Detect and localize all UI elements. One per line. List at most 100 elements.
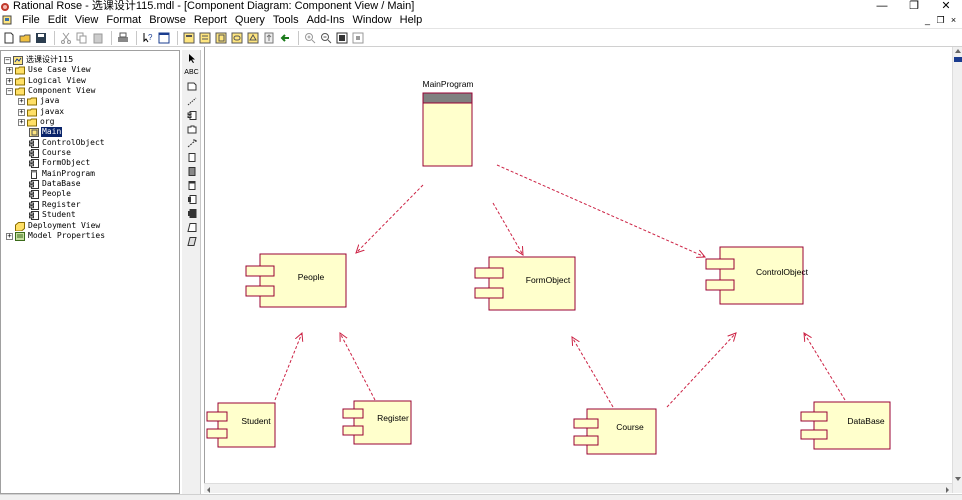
expand-toggle[interactable]: + [6,66,13,74]
zoom-in-icon[interactable] [303,31,317,45]
browse-state-diagram-icon[interactable] [230,31,244,45]
task-body-tool-icon[interactable] [185,236,198,247]
component-diagram-canvas[interactable]: MainProgram People FormObject ControlObj… [204,47,952,493]
expand-toggle[interactable]: + [18,108,25,116]
tree-item-main-diagram[interactable]: Main [29,127,63,137]
browse-interaction-diagram-icon[interactable] [198,31,212,45]
course-component[interactable]: Course [573,408,657,455]
people-component[interactable]: People [245,253,347,308]
browse-deployment-diagram-icon[interactable] [246,31,260,45]
tree-item-deployment-view[interactable]: Deployment View [6,221,101,231]
note-tool-icon[interactable] [185,81,198,92]
component-icon [29,200,39,210]
cut-icon[interactable] [59,31,73,45]
print-icon[interactable] [116,31,130,45]
new-file-icon[interactable] [2,31,16,45]
copy-icon[interactable] [75,31,89,45]
tree-item-course[interactable]: Course [29,148,72,158]
tree-item-register[interactable]: Register [29,200,82,210]
register-component[interactable]: Register [342,400,412,445]
dependency-mainprogram-controlobject[interactable] [496,164,705,257]
tree-item-student[interactable]: Student [29,210,77,220]
student-component[interactable]: Student [206,402,276,448]
tree-root[interactable]: − 选课设计115 [4,55,74,65]
tree-item-mainprogram[interactable]: MainProgram [29,169,96,179]
browse-class-diagram-icon[interactable] [182,31,196,45]
document-icon[interactable] [2,15,12,25]
subprogram-spec-tool-icon[interactable] [185,152,198,163]
package-spec-tool-icon[interactable] [185,194,198,205]
dependency-mainprogram-people[interactable] [356,184,424,253]
browse-parent-icon[interactable] [262,31,276,45]
database-component[interactable]: DataBase [800,401,891,450]
mdi-minimize-button[interactable]: _ [921,13,934,27]
tree-item-package-org[interactable]: + org [18,117,55,127]
mainprogram-component[interactable]: MainProgram [422,79,474,167]
dependency-mainprogram-formobject[interactable] [492,202,523,255]
main-program-tool-icon[interactable] [185,180,198,191]
tree-item-component-view[interactable]: − Component View [6,86,96,96]
dependency-tool-icon[interactable] [185,138,198,149]
open-folder-icon[interactable] [18,31,32,45]
menu-query[interactable]: Query [231,13,269,27]
tree-item-database[interactable]: DataBase [29,179,82,189]
tree-item-formobject[interactable]: FormObject [29,158,91,168]
menu-view[interactable]: View [71,13,103,27]
zoom-out-icon[interactable] [319,31,333,45]
undo-fit-icon[interactable] [351,31,365,45]
package-tool-icon[interactable] [185,124,198,135]
expand-toggle[interactable]: + [18,97,25,105]
menu-edit[interactable]: Edit [44,13,71,27]
fit-in-window-icon[interactable] [335,31,349,45]
tree-item-model-properties[interactable]: + Model Properties [6,231,106,241]
vertical-scrollbar[interactable] [952,47,962,493]
dependency-database-controlobject[interactable] [804,333,846,401]
paste-icon[interactable] [91,31,105,45]
browse-component-diagram-icon[interactable] [214,31,228,45]
mdi-close-button[interactable]: × [947,13,960,27]
expand-toggle[interactable]: + [18,118,25,126]
menu-file[interactable]: File [18,13,44,27]
browse-previous-diagram-icon[interactable] [278,31,292,45]
save-icon[interactable] [34,31,48,45]
dependency-course-formobject[interactable] [572,337,614,408]
dependency-student-people[interactable] [274,333,302,401]
collapse-toggle[interactable]: − [6,87,13,95]
menu-window[interactable]: Window [349,13,396,27]
close-button[interactable]: ✕ [930,0,962,13]
anchor-note-tool-icon[interactable] [185,96,198,107]
model-browser-tree[interactable]: − 选课设计115 + Use Case View + Logical View… [0,50,180,494]
menu-report[interactable]: Report [190,13,231,27]
mdi-restore-button[interactable]: ❐ [934,13,947,27]
selection-tool-icon[interactable] [185,53,198,64]
text-box-tool[interactable]: ABC [184,67,198,78]
tree-item-people[interactable]: People [29,189,72,199]
controlobject-component[interactable]: ControlObject [705,246,809,305]
subprogram-body-tool-icon[interactable] [185,166,198,177]
formobject-component[interactable]: FormObject [474,256,576,311]
minimize-button[interactable]: — [866,0,898,13]
menu-tools[interactable]: Tools [269,13,303,27]
menu-add-ins[interactable]: Add-Ins [303,13,349,27]
tree-item-package-javax[interactable]: + javax [18,107,65,117]
window-view-icon[interactable] [157,31,171,45]
menu-browse[interactable]: Browse [145,13,190,27]
component-tool-icon[interactable] [185,110,198,121]
tree-item-label: Main [41,127,63,137]
restore-button[interactable]: ❐ [898,0,930,13]
menu-help[interactable]: Help [396,13,427,27]
context-help-icon[interactable]: ? [141,31,155,45]
tree-item-use-case-view[interactable]: + Use Case View [6,65,92,75]
dependency-course-controlobject[interactable] [666,333,736,408]
dependency-register-people[interactable] [340,333,376,401]
package-body-tool-icon[interactable] [185,208,198,219]
horizontal-scrollbar[interactable] [204,483,952,493]
task-spec-tool-icon[interactable] [185,222,198,233]
collapse-toggle[interactable]: − [4,56,11,64]
tree-item-logical-view[interactable]: + Logical View [6,76,87,86]
menu-format[interactable]: Format [102,13,145,27]
tree-item-package-java[interactable]: + java [18,96,60,106]
expand-toggle[interactable]: + [6,232,13,240]
tree-item-controlobject[interactable]: ControlObject [29,138,106,148]
expand-toggle[interactable]: + [6,77,13,85]
